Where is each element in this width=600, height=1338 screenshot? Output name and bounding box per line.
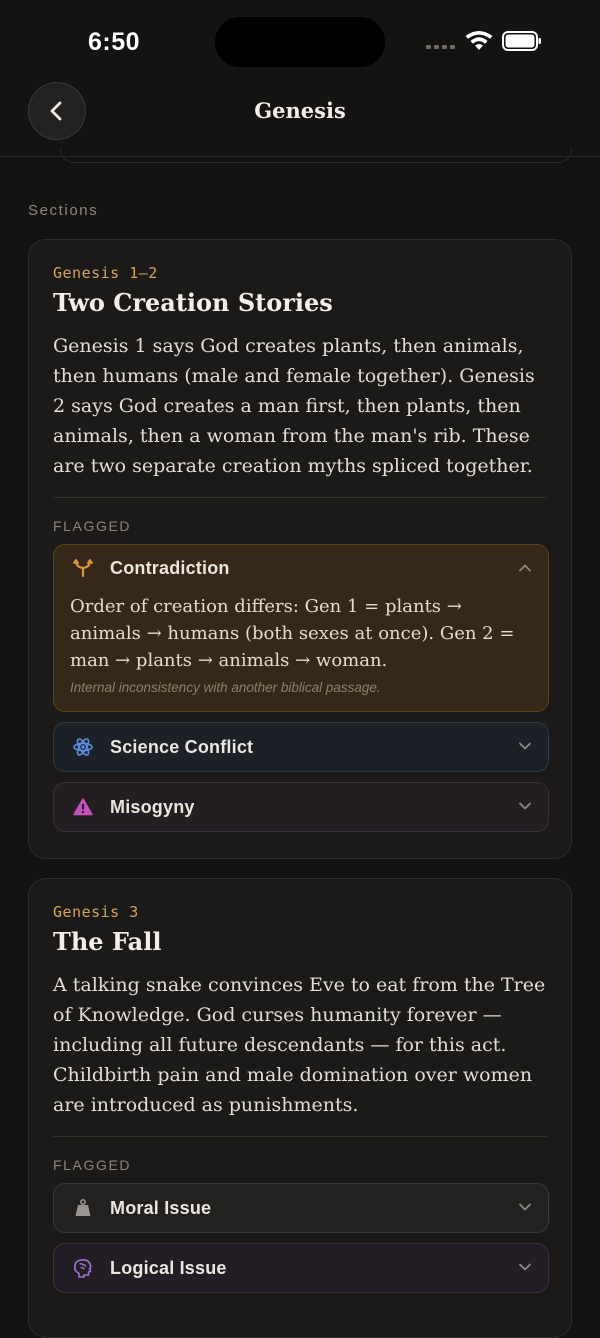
flag-header[interactable]: Moral Issue: [54, 1184, 548, 1232]
flag-header[interactable]: Contradiction: [54, 545, 548, 591]
flag-label: Moral Issue: [110, 1197, 212, 1218]
battery-icon: [502, 31, 541, 51]
flag-label: Misogyny: [110, 796, 195, 817]
section-card: Genesis 3 The Fall A talking snake convi…: [28, 878, 572, 1338]
flag-label: Logical Issue: [110, 1257, 227, 1278]
chevron-down-icon[interactable]: [518, 1260, 532, 1274]
flag-header[interactable]: Logical Issue: [54, 1244, 548, 1292]
navigation-bar: Genesis: [0, 80, 600, 157]
section-summary: Genesis 1 says God creates plants, then …: [53, 335, 535, 477]
section-card: Genesis 1–2 Two Creation Stories Genesis…: [28, 239, 572, 859]
flagged-label: FLAGGED: [53, 1157, 132, 1173]
section-title: Two Creation Stories: [53, 288, 333, 317]
status-bar: 6:50: [0, 0, 600, 80]
chevron-up-icon[interactable]: [518, 561, 532, 575]
divider: [53, 1136, 547, 1137]
flag-science-conflict[interactable]: Science Conflict: [53, 722, 549, 772]
flag-label: Science Conflict: [110, 736, 254, 757]
chevron-down-icon[interactable]: [518, 799, 532, 813]
fork-icon: [72, 557, 94, 579]
status-time: 6:50: [88, 28, 141, 56]
brain-icon: [72, 1257, 94, 1279]
flag-logical-issue[interactable]: Logical Issue: [53, 1243, 549, 1293]
chevron-down-icon[interactable]: [518, 1200, 532, 1214]
dynamic-island: [215, 17, 385, 67]
flagged-label: FLAGGED: [53, 518, 132, 534]
flag-description: Order of creation differs: Gen 1 = plant…: [70, 596, 515, 671]
flag-note: Internal inconsistency with another bibl…: [70, 680, 381, 695]
flag-contradiction[interactable]: Contradiction Order of creation differs:…: [53, 544, 549, 712]
flag-header[interactable]: Misogyny: [54, 783, 548, 831]
flag-misogyny[interactable]: Misogyny: [53, 782, 549, 832]
section-summary: A talking snake convinces Eve to eat fro…: [53, 974, 546, 1116]
sections-label: Sections: [28, 202, 99, 219]
cellular-signal-icon: [426, 45, 455, 49]
atom-icon: [72, 736, 94, 758]
warning-triangle-icon: [72, 796, 94, 818]
page-title: Genesis: [254, 98, 346, 123]
weight-icon: [72, 1197, 94, 1219]
flag-header[interactable]: Science Conflict: [54, 723, 548, 771]
divider: [53, 497, 547, 498]
section-title: The Fall: [53, 927, 162, 956]
chevron-down-icon[interactable]: [518, 739, 532, 753]
flag-moral-issue[interactable]: Moral Issue: [53, 1183, 549, 1233]
flag-label: Contradiction: [110, 557, 230, 578]
previous-card-edge: [60, 148, 572, 163]
wifi-icon: [465, 31, 493, 50]
section-reference: Genesis 1–2: [53, 264, 158, 282]
section-reference: Genesis 3: [53, 903, 139, 921]
